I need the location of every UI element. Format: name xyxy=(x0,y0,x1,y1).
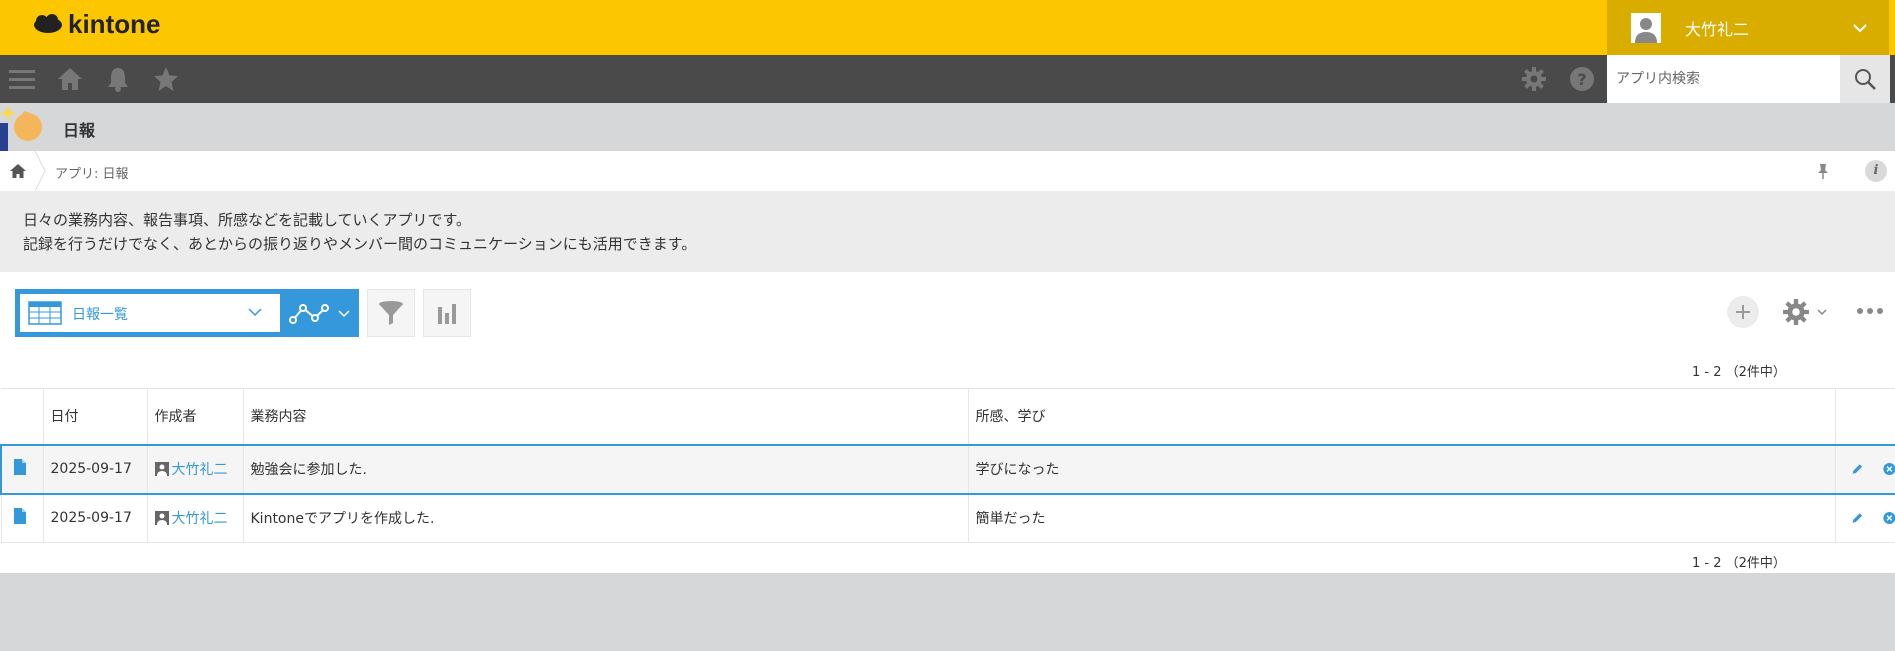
star-icon[interactable] xyxy=(152,65,180,93)
table-view-icon xyxy=(28,301,62,325)
row-actions-cell xyxy=(1834,443,1895,495)
gear-icon[interactable] xyxy=(1520,65,1548,93)
add-record-button[interactable] xyxy=(1727,296,1759,328)
more-icon[interactable] xyxy=(1855,301,1885,321)
global-nav: ? xyxy=(0,55,1895,103)
description-line: 記録を行うだけでなく、あとからの振り返りやメンバー間のコミュニケーションにも活用… xyxy=(23,235,697,253)
edit-icon[interactable] xyxy=(1851,510,1864,526)
task-cell: Kintoneでアプリを作成した. xyxy=(242,493,968,543)
info-icon[interactable]: i xyxy=(1865,160,1887,182)
author-cell: 大竹礼二 xyxy=(146,443,243,495)
view-toolbar: 日報一覧 1 - 2 （2件中） xyxy=(0,272,1895,388)
search-icon xyxy=(1855,69,1876,90)
row-actions-cell xyxy=(1834,493,1895,543)
author-cell: 大竹礼二 xyxy=(146,493,243,543)
user-link[interactable]: 大竹礼二 xyxy=(154,508,228,528)
global-header: kintone 大竹礼二 xyxy=(0,0,1895,55)
breadcrumb: アプリ: 日報 i xyxy=(0,151,1895,191)
column-header-task[interactable]: 業務内容 xyxy=(242,388,968,445)
bar-chart-icon xyxy=(438,304,456,324)
app-header: 日報 xyxy=(0,103,1895,151)
reflection-cell: 学びになった xyxy=(967,443,1835,495)
logo-text: kintone xyxy=(68,8,161,39)
record-detail-cell[interactable] xyxy=(0,443,43,495)
user-avatar-icon xyxy=(1631,12,1661,43)
breadcrumb-separator xyxy=(34,151,46,191)
record-icon[interactable] xyxy=(14,459,26,475)
chevron-down-icon xyxy=(1853,23,1867,32)
description-line: 日々の業務内容、報告事項、所感などを記載していくアプリです。 xyxy=(23,211,472,229)
user-icon xyxy=(154,461,169,476)
cloud-logo-icon xyxy=(34,14,62,33)
gear-icon xyxy=(1783,299,1809,325)
pin-icon[interactable] xyxy=(1813,161,1833,181)
record-detail-cell[interactable] xyxy=(0,493,43,543)
pager-info: 1 - 2 （2件中） xyxy=(1692,365,1786,380)
table-header-row: 日付 作成者 業務内容 所感、学び xyxy=(1,388,1895,445)
user-name: 大竹礼二 xyxy=(1685,19,1750,39)
user-icon xyxy=(154,510,169,525)
records-table-container: 日付 作成者 業務内容 所感、学び 2025-09-17 大竹礼二 勉強会に参加… xyxy=(0,388,1895,573)
table-row[interactable]: 2025-09-17 大竹礼二 Kintoneでアプリを作成した. 簡単だった xyxy=(0,493,1895,543)
view-select-label: 日報一覧 xyxy=(72,307,128,323)
reflection-cell: 簡単だった xyxy=(967,493,1835,543)
column-header-author[interactable]: 作成者 xyxy=(146,388,243,445)
user-link-name: 大竹礼二 xyxy=(171,510,228,527)
hamburger-icon[interactable] xyxy=(8,65,36,93)
task-cell: 勉強会に参加した. xyxy=(242,443,968,495)
column-header-record xyxy=(1,388,43,445)
column-header-reflection[interactable]: 所感、学び xyxy=(967,388,1835,445)
column-header-actions xyxy=(1834,388,1895,445)
app-search-input[interactable] xyxy=(1607,55,1840,103)
user-menu[interactable]: 大竹礼二 xyxy=(1607,0,1889,55)
delete-icon[interactable] xyxy=(1883,510,1895,526)
edit-icon[interactable] xyxy=(1851,461,1864,477)
home-icon[interactable] xyxy=(56,65,84,93)
date-cell: 2025-09-17 xyxy=(42,443,147,495)
svg-text:?: ? xyxy=(1577,70,1586,89)
help-icon[interactable]: ? xyxy=(1568,65,1596,93)
view-switcher: 日報一覧 xyxy=(15,289,359,337)
date-cell: 2025-09-17 xyxy=(42,493,147,543)
app-title: 日報 xyxy=(63,121,96,140)
column-header-date[interactable]: 日付 xyxy=(42,388,147,445)
graph-button[interactable] xyxy=(423,289,471,337)
records-table: 日付 作成者 業務内容 所感、学び 2025-09-17 大竹礼二 勉強会に参加… xyxy=(0,388,1895,543)
search-button[interactable] xyxy=(1840,55,1890,103)
home-icon[interactable] xyxy=(8,161,28,181)
pager-bottom-bar: 1 - 2 （2件中） xyxy=(0,543,1895,573)
chevron-down-icon xyxy=(1817,309,1827,316)
thumbs-up-icon xyxy=(0,105,42,151)
delete-icon[interactable] xyxy=(1883,461,1895,477)
graph-icon xyxy=(289,304,350,324)
graph-view-button[interactable] xyxy=(289,298,353,328)
user-link-name: 大竹礼二 xyxy=(171,461,228,478)
filter-button[interactable] xyxy=(367,289,415,337)
bell-icon[interactable] xyxy=(104,65,132,93)
app-settings-button[interactable] xyxy=(1782,295,1832,329)
view-select[interactable]: 日報一覧 xyxy=(20,294,280,332)
breadcrumb-app[interactable]: アプリ: 日報 xyxy=(55,163,129,182)
table-row[interactable]: 2025-09-17 大竹礼二 勉強会に参加した. 学びになった xyxy=(0,443,1895,495)
app-description: 日々の業務内容、報告事項、所感などを記載していくアプリです。 記録を行うだけでな… xyxy=(0,191,1895,272)
plus-icon xyxy=(1736,305,1750,319)
pager-info: 1 - 2 （2件中） xyxy=(1692,556,1786,571)
record-icon[interactable] xyxy=(13,508,26,525)
kintone-logo[interactable]: kintone xyxy=(32,9,160,39)
chevron-down-icon xyxy=(248,308,262,317)
filter-icon xyxy=(379,301,403,325)
user-link[interactable]: 大竹礼二 xyxy=(154,459,228,479)
